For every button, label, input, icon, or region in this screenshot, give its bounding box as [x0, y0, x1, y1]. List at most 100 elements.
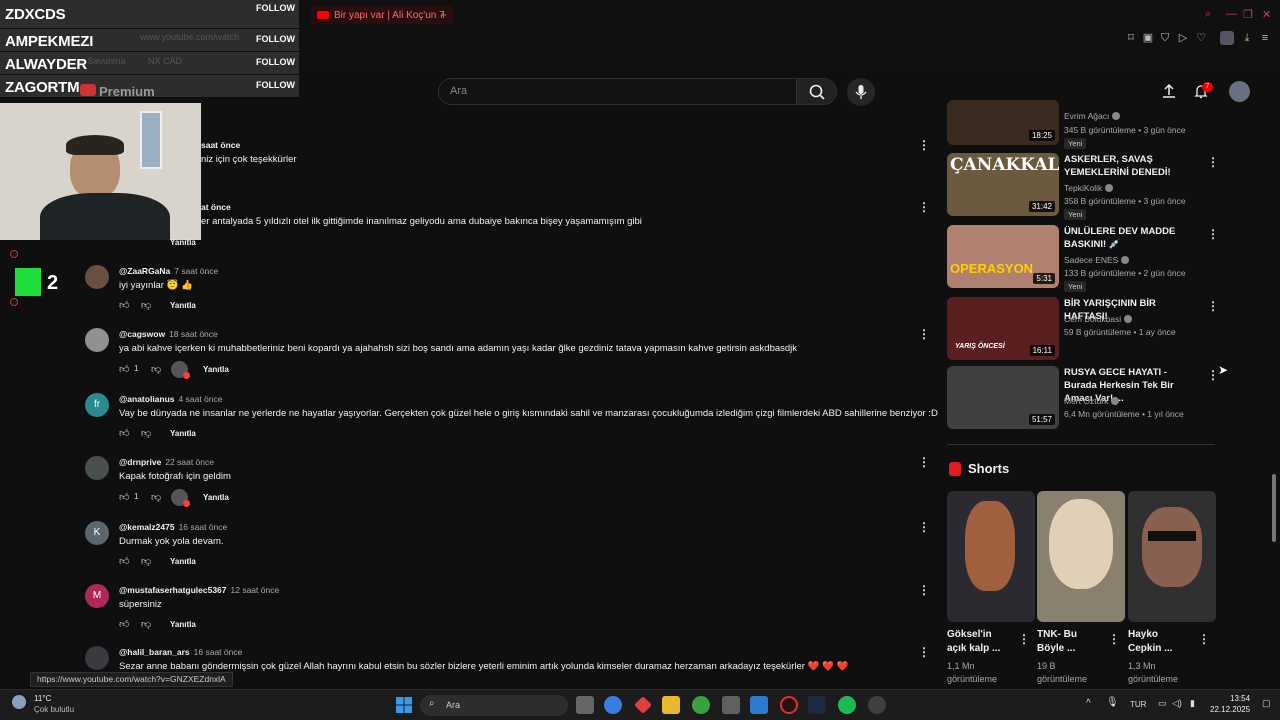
- comment-menu-icon[interactable]: ⋮: [918, 645, 930, 659]
- author-name[interactable]: @cagswow: [119, 329, 165, 339]
- channel-label[interactable]: Sadece ENES: [1064, 255, 1118, 265]
- follow-button[interactable]: FOLLOW: [256, 57, 295, 67]
- reply-button[interactable]: Yanıtla: [203, 493, 229, 502]
- comment-menu-icon[interactable]: ⋮: [918, 138, 930, 152]
- author-name[interactable]: @halil_baran_ars: [119, 647, 190, 657]
- comment-menu-icon[interactable]: ⋮: [918, 520, 930, 534]
- task-view-icon[interactable]: [576, 696, 594, 714]
- comment-menu-icon[interactable]: ⋮: [918, 455, 930, 469]
- browser-tab[interactable]: Bir yapı var | Ali Koç'un 7: [311, 6, 453, 24]
- video-thumbnail[interactable]: ÇANAKKALE 31:42: [947, 153, 1059, 216]
- recommendation-item[interactable]: YARIŞ ÖNCESİ 16:11 BİR YARIŞÇININ BİR HA…: [947, 297, 1219, 361]
- page-scrollbar[interactable]: [1272, 474, 1276, 542]
- video-thumbnail[interactable]: 51:57: [947, 366, 1059, 429]
- volume-icon[interactable]: ◁): [1172, 698, 1182, 709]
- like-icon[interactable]: 👍︎: [119, 491, 129, 503]
- short-title[interactable]: Göksel'in açık kalp ...: [947, 628, 1000, 656]
- recommendation-item[interactable]: OPERASYON 5:31 ÜNLÜLERE DEV MADDE BASKIN…: [947, 225, 1219, 292]
- dislike-icon[interactable]: 👎︎: [141, 427, 151, 439]
- like-icon[interactable]: 👍︎: [119, 555, 129, 567]
- account-avatar[interactable]: [1229, 81, 1250, 102]
- short-title[interactable]: TNK- Bu Böyle ...: [1037, 628, 1077, 656]
- short-title[interactable]: Hayko Cepkin ...: [1128, 628, 1172, 656]
- dislike-icon[interactable]: 👎︎: [151, 363, 161, 375]
- short-menu-icon[interactable]: ⋮: [1198, 632, 1210, 646]
- mail-icon[interactable]: [750, 696, 768, 714]
- channel-name[interactable]: Cem Bolukbasi: [1064, 314, 1133, 324]
- download-icon[interactable]: ⤓: [1240, 31, 1254, 45]
- recommendation-item[interactable]: 51:57 RUSYA GECE HAYATI - Burada Herkesi…: [947, 366, 1219, 430]
- weather-desc[interactable]: Çok bulutlu: [34, 705, 74, 714]
- reply-button[interactable]: Yanıtla: [170, 238, 196, 247]
- battery-icon[interactable]: ▮: [1190, 698, 1195, 709]
- short-title-line[interactable]: Böyle ...: [1037, 643, 1075, 654]
- short-title-line[interactable]: TNK- Bu: [1037, 629, 1077, 640]
- comment-menu-icon[interactable]: ⋮: [918, 327, 930, 341]
- video-menu-icon[interactable]: ⋮: [1207, 155, 1219, 169]
- comment-author[interactable]: @kemalz2475 16 saat önce: [119, 522, 227, 532]
- steam-icon[interactable]: [808, 696, 826, 714]
- copilot-icon[interactable]: [604, 696, 622, 714]
- dislike-icon[interactable]: 👎︎: [141, 618, 151, 630]
- short-thumbnail[interactable]: [1128, 491, 1216, 622]
- like-icon[interactable]: 👍︎: [119, 299, 129, 311]
- spotify-icon[interactable]: [838, 696, 856, 714]
- channel-name[interactable]: Sadece ENES: [1064, 255, 1130, 265]
- dislike-icon[interactable]: 👎︎: [141, 299, 151, 311]
- screenshot-icon[interactable]: ▣: [1141, 31, 1155, 45]
- minimize-icon[interactable]: —: [1226, 8, 1237, 20]
- channel-name[interactable]: Mert Öztürk: [1064, 396, 1120, 406]
- notification-center-icon[interactable]: ▢: [1262, 698, 1271, 709]
- video-title[interactable]: ASKERLER, SAVAŞ YEMEKLERİNİ DENEDİ!: [1064, 153, 1192, 179]
- comment-author[interactable]: @halil_baran_ars 16 saat önce: [119, 647, 242, 657]
- profile-icon[interactable]: [1220, 31, 1234, 45]
- comment-author[interactable]: @anatolianus 4 saat önce: [119, 394, 222, 404]
- author-name[interactable]: @mustafaserhatgulec5367: [119, 585, 227, 595]
- clock-time[interactable]: 13:54: [1230, 694, 1250, 703]
- play-icon[interactable]: ▷: [1176, 31, 1190, 45]
- search-input[interactable]: Ara: [438, 78, 797, 105]
- author-name[interactable]: @ZaaRGaNa: [119, 266, 170, 276]
- recommendation-item[interactable]: 18:25 Evrim Ağacı 345 B görüntüleme • 3 …: [947, 100, 1217, 149]
- upload-icon[interactable]: [1160, 82, 1178, 100]
- windows-start-icon[interactable]: [396, 697, 414, 715]
- app-icon[interactable]: [634, 696, 652, 714]
- channel-label[interactable]: Mert Öztürk: [1064, 396, 1108, 406]
- comment-menu-icon[interactable]: ⋮: [918, 583, 930, 597]
- reply-button[interactable]: Yanıtla: [170, 429, 196, 438]
- video-menu-icon[interactable]: ⋮: [1207, 299, 1219, 313]
- short-menu-icon[interactable]: ⋮: [1108, 632, 1120, 646]
- opera-gx-icon[interactable]: [780, 696, 798, 714]
- video-menu-icon[interactable]: ⋮: [1207, 227, 1219, 241]
- bookmark-icon[interactable]: ⌑: [1124, 31, 1138, 45]
- menu-icon[interactable]: ≡: [1258, 31, 1272, 45]
- app-icon[interactable]: [868, 696, 886, 714]
- heart-icon[interactable]: ♡: [1194, 31, 1208, 45]
- dislike-icon[interactable]: 👎︎: [141, 555, 151, 567]
- premium-label[interactable]: Premium: [99, 84, 155, 99]
- recommendation-item[interactable]: ÇANAKKALE 31:42 ASKERLER, SAVAŞ YEMEKLER…: [947, 153, 1219, 220]
- avatar[interactable]: M: [85, 584, 109, 608]
- voice-search-button[interactable]: [847, 78, 875, 106]
- weather-temp[interactable]: 11°C: [34, 694, 51, 703]
- maximize-icon[interactable]: ❐: [1243, 8, 1253, 21]
- microphone-icon[interactable]: 🎙︎: [1106, 697, 1119, 708]
- language-indicator[interactable]: TUR: [1130, 700, 1146, 709]
- author-name[interactable]: @anatolianus: [119, 394, 175, 404]
- file-explorer-icon[interactable]: [662, 696, 680, 714]
- chevron-up-icon[interactable]: ^: [1086, 698, 1091, 709]
- video-thumbnail[interactable]: 18:25: [947, 100, 1059, 145]
- avatar[interactable]: [85, 646, 109, 670]
- short-thumbnail[interactable]: [1037, 491, 1125, 622]
- follow-button[interactable]: FOLLOW: [256, 80, 295, 90]
- comment-author[interactable]: @mustafaserhatgulec5367 12 saat önce: [119, 585, 279, 595]
- comment-menu-icon[interactable]: ⋮: [918, 200, 930, 214]
- channel-label[interactable]: TepkiKolik: [1064, 183, 1102, 193]
- channel-label[interactable]: Evrim Ağacı: [1064, 111, 1109, 121]
- follow-button[interactable]: FOLLOW: [256, 34, 295, 44]
- search-window-icon[interactable]: ⌕: [1205, 8, 1211, 21]
- like-icon[interactable]: 👍︎: [119, 363, 129, 375]
- youtube-logo-icon[interactable]: [80, 84, 96, 96]
- shield-icon[interactable]: ⛉: [1158, 31, 1172, 45]
- avatar[interactable]: [85, 265, 109, 289]
